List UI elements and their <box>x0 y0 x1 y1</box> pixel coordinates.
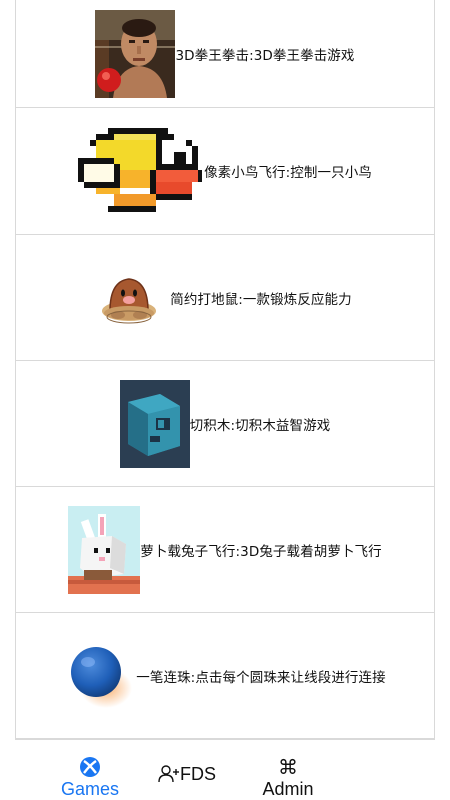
game-row-bunny-flight[interactable]: 萝卜载兔子飞行:3D兔子载着胡萝卜飞行 <box>16 487 434 613</box>
game-row-pixel-bird[interactable]: 像素小鸟飞行:控制一只小鸟 <box>16 108 434 235</box>
game-row-whack-mole[interactable]: 简约打地鼠:一款锻炼反应能力 <box>16 235 434 361</box>
boxer-portrait-icon <box>95 9 176 98</box>
game-title: 简约打地鼠:一款锻炼反应能力 <box>170 291 352 308</box>
game-title: 切积木:切积木益智游戏 <box>189 417 331 434</box>
tab-admin[interactable]: ⌘ Admin <box>248 756 328 800</box>
blue-cube-icon <box>119 379 190 468</box>
tab-games[interactable]: Games <box>50 756 130 800</box>
command-icon: ⌘ <box>278 755 298 779</box>
bunny-cube-icon <box>68 505 141 594</box>
game-list: 3D拳王拳击:3D拳王拳击游戏 像素小鸟飞行:控制一只小鸟 简约打地鼠:一款锻炼… <box>15 0 435 740</box>
blue-ball-icon <box>71 646 133 708</box>
tab-fds[interactable]: FDS <box>158 762 216 786</box>
mole-icon <box>102 277 157 323</box>
pixel-bird-icon <box>78 128 203 212</box>
game-title: 像素小鸟飞行:控制一只小鸟 <box>204 165 372 181</box>
game-row-connect-beads[interactable]: 一笔连珠:点击每个圆珠来让线段进行连接 <box>16 613 434 739</box>
game-title: 萝卜载兔子飞行:3D兔子载着胡萝卜飞行 <box>140 543 382 560</box>
bottom-tab-bar: Games FDS ⌘ Admin <box>0 752 450 800</box>
xbox-icon <box>80 757 100 777</box>
game-title: 3D拳王拳击:3D拳王拳击游戏 <box>175 47 355 64</box>
tab-fds-label: FDS <box>180 763 216 784</box>
tab-games-label: Games <box>60 779 120 799</box>
tab-admin-label: Admin <box>262 779 314 799</box>
game-row-cut-blocks[interactable]: 切积木:切积木益智游戏 <box>16 361 434 487</box>
add-user-icon <box>158 765 179 783</box>
game-title: 一笔连珠:点击每个圆珠来让线段进行连接 <box>136 669 386 686</box>
game-row-boxing[interactable]: 3D拳王拳击:3D拳王拳击游戏 <box>16 0 434 108</box>
